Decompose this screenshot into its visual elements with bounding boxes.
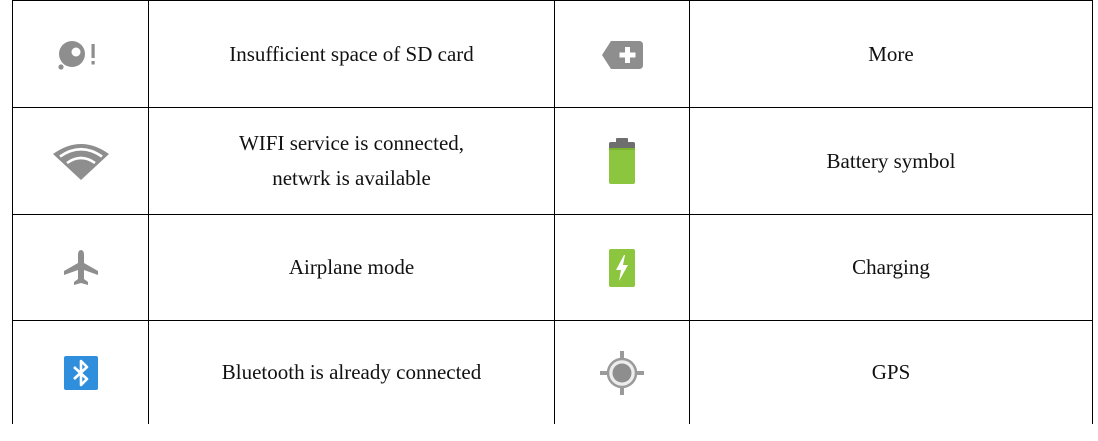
table-row: Bluetooth is already connected GPS xyxy=(12,320,1093,424)
description-cell: GPS xyxy=(689,320,1093,424)
description-cell: WIFI service is connected, netwrk is ava… xyxy=(148,107,555,215)
more-plus-icon xyxy=(599,37,645,73)
battery-icon xyxy=(607,137,637,185)
description-cell: Airplane mode xyxy=(148,214,555,321)
description-cell: Battery symbol xyxy=(689,107,1093,215)
table-row: Insufficient space of SD card More xyxy=(12,0,1093,108)
description-cell: Insufficient space of SD card xyxy=(148,0,555,108)
icon-cell xyxy=(12,320,149,424)
wifi-icon xyxy=(51,140,111,182)
description-line-2: netwrk is available xyxy=(272,166,431,190)
icon-cell xyxy=(554,214,690,321)
description-cell: Charging xyxy=(689,214,1093,321)
charging-icon xyxy=(608,248,636,288)
icon-cell xyxy=(554,107,690,215)
table-row: WIFI service is connected, netwrk is ava… xyxy=(12,107,1093,215)
description-line-1: WIFI service is connected, xyxy=(238,131,465,155)
icon-cell xyxy=(12,107,149,215)
status-icon-table: Insufficient space of SD card More WIFI … xyxy=(12,0,1093,424)
sd-card-warning-icon xyxy=(53,34,109,74)
status-icon-table-wrapper: Insufficient space of SD card More WIFI … xyxy=(12,0,1093,441)
table-row: Airplane mode Charging xyxy=(12,214,1093,321)
icon-cell xyxy=(554,0,690,108)
airplane-icon xyxy=(62,249,100,287)
description-cell: More xyxy=(689,0,1093,108)
icon-cell xyxy=(12,0,149,108)
icon-cell xyxy=(12,214,149,321)
gps-icon xyxy=(599,350,645,396)
icon-cell xyxy=(554,320,690,424)
description-cell: Bluetooth is already connected xyxy=(148,320,555,424)
bluetooth-icon xyxy=(63,355,99,391)
